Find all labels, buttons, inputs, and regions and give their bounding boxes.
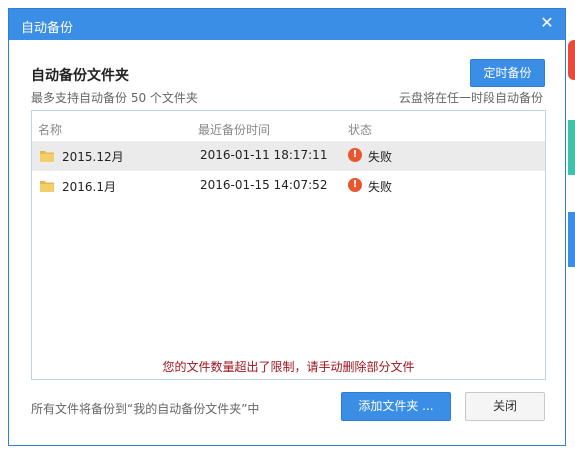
error-icon: ! (348, 178, 362, 192)
backup-schedule-hint: 云盘将在任一时段自动备份 (398, 91, 543, 105)
limit-warning: 您的文件数量超出了限制，请手动删除部分文件 (162, 360, 415, 374)
add-folder-button[interactable]: 添加文件夹 ... (341, 392, 451, 421)
error-icon: ! (348, 148, 362, 162)
folder-list: 名称 最近备份时间 状态 2015.12月 2016-01-11 18:17:1… (31, 110, 546, 380)
column-status: 状态 (348, 123, 373, 137)
title-bar: 自动备份 ✕ (9, 9, 565, 40)
folder-name: 2016.1月 (62, 180, 116, 194)
background-strip-teal (568, 120, 575, 175)
close-icon[interactable]: ✕ (537, 13, 557, 33)
list-item[interactable]: 2016.1月 2016-01-15 14:07:52 ! 失败 (32, 171, 545, 201)
list-header: 名称 最近备份时间 状态 (32, 111, 545, 141)
backup-destination-note: 所有文件将备份到“我的自动备份文件夹”中 (31, 402, 260, 416)
list-item[interactable]: 2015.12月 2016-01-11 18:17:11 ! 失败 (32, 141, 545, 171)
folder-icon (40, 181, 54, 192)
column-name: 名称 (38, 123, 63, 137)
section-heading: 自动备份文件夹 (31, 68, 129, 84)
folder-name: 2015.12月 (62, 150, 124, 164)
backup-status: 失败 (368, 150, 393, 164)
last-backup-time: 2016-01-11 18:17:11 (200, 148, 328, 162)
backup-status: 失败 (368, 180, 393, 194)
folder-limit-text: 最多支持自动备份 50 个文件夹 (31, 91, 198, 105)
background-strip-red (568, 40, 575, 80)
auto-backup-dialog: 自动备份 ✕ 自动备份文件夹 最多支持自动备份 50 个文件夹 云盘将在任一时段… (8, 8, 566, 446)
folder-icon (40, 151, 54, 162)
dialog-title: 自动备份 (21, 21, 74, 36)
schedule-backup-button[interactable]: 定时备份 (470, 59, 545, 87)
background-strip-blue (568, 212, 575, 267)
close-button[interactable]: 关闭 (465, 392, 545, 421)
last-backup-time: 2016-01-15 14:07:52 (200, 178, 328, 192)
column-last-backup-time: 最近备份时间 (198, 123, 271, 137)
